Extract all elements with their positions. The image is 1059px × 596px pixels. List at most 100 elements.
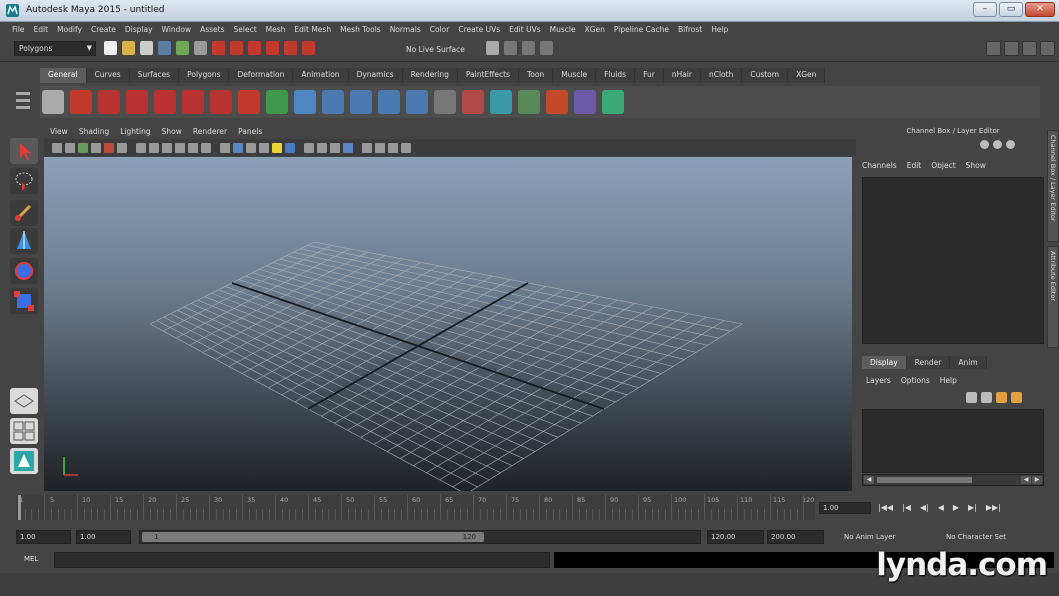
menu-set-dropdown[interactable]: Polygons ▼	[14, 41, 96, 56]
current-frame-field[interactable]: 1.00	[819, 502, 871, 514]
viewport-menu-panels[interactable]: Panels	[238, 127, 262, 138]
menu-create[interactable]: Create	[91, 25, 116, 34]
wireframe-icon[interactable]	[201, 142, 211, 153]
muscle-icon[interactable]	[574, 90, 596, 114]
shelf-tab-nhair[interactable]: nHair	[663, 68, 701, 83]
lasso-tool[interactable]	[10, 168, 38, 194]
snap-grid-icon[interactable]	[212, 41, 225, 55]
layer-tab-anim[interactable]: Anim	[950, 356, 987, 369]
scroll-right-icon[interactable]: ◀	[1021, 476, 1031, 484]
step-back-key-button[interactable]: |◀	[902, 503, 911, 512]
tool-settings-toggle-icon[interactable]	[1022, 41, 1037, 56]
xray-components-icon[interactable]	[343, 142, 353, 153]
save-scene-icon[interactable]	[140, 41, 153, 55]
menu-normals[interactable]: Normals	[390, 25, 421, 34]
gate-mask-icon[interactable]	[149, 142, 159, 153]
menu-help[interactable]: Help	[711, 25, 728, 34]
perspective-viewport[interactable]	[44, 157, 852, 491]
menu-assets[interactable]: Assets	[200, 25, 224, 34]
viewport-menu-shading[interactable]: Shading	[79, 127, 109, 138]
hair-icon[interactable]	[602, 90, 624, 114]
render-settings-icon[interactable]	[540, 41, 553, 55]
viewport-menu-lighting[interactable]: Lighting	[120, 127, 150, 138]
select-camera-icon[interactable]	[52, 142, 62, 153]
four-pane-layout[interactable]	[10, 418, 38, 444]
scroll-left-icon[interactable]: ◀	[864, 476, 874, 484]
curve-arc-icon[interactable]	[182, 90, 204, 114]
paint-brush-icon[interactable]	[546, 90, 568, 114]
curve-cv-icon[interactable]	[98, 90, 120, 114]
menu-muscle[interactable]: Muscle	[550, 25, 576, 34]
magnet-icon[interactable]	[302, 41, 315, 55]
exposure-icon[interactable]	[362, 142, 372, 153]
menu-pipeline-cache[interactable]: Pipeline Cache	[614, 25, 669, 34]
field-chart-icon[interactable]	[162, 142, 172, 153]
step-forward-frame-button[interactable]: ▶|	[968, 503, 977, 512]
xray-icon[interactable]	[317, 142, 327, 153]
select-tool[interactable]	[10, 138, 38, 164]
menu-color[interactable]: Color	[430, 25, 450, 34]
menu-bifrost[interactable]: Bifrost	[678, 25, 702, 34]
time-slider[interactable]: 1 5 10 15 20 25 30 35 40 45 50 55 60 65 …	[16, 495, 815, 520]
help-question-icon[interactable]	[70, 90, 92, 114]
maximize-button[interactable]: ▭	[999, 2, 1023, 17]
shelf-tab-animation[interactable]: Animation	[293, 68, 349, 83]
skin-bind-icon[interactable]	[378, 90, 400, 114]
menu-mesh[interactable]: Mesh	[266, 25, 286, 34]
play-forwards-button[interactable]: ▶	[953, 503, 959, 512]
curve-bezier-icon[interactable]	[210, 90, 232, 114]
share-icon[interactable]	[401, 142, 411, 153]
new-layer-selected-icon[interactable]	[1011, 392, 1022, 403]
layer-tab-display[interactable]: Display	[862, 356, 907, 369]
shelf-tab-surfaces[interactable]: Surfaces	[129, 68, 180, 83]
shelf-tab-muscle[interactable]: Muscle	[553, 68, 597, 83]
smooth-shade-icon[interactable]	[220, 142, 230, 153]
particles-icon[interactable]	[490, 90, 512, 114]
layer-menu-options[interactable]: Options	[901, 376, 930, 385]
camera-attributes-icon[interactable]	[65, 142, 75, 153]
menu-mesh-tools[interactable]: Mesh Tools	[340, 25, 381, 34]
gamma-icon[interactable]	[375, 142, 385, 153]
menu-edit-uvs[interactable]: Edit UVs	[509, 25, 540, 34]
modeling-toolkit-icon[interactable]	[986, 41, 1001, 56]
animation-end-field[interactable]: 200.00	[767, 530, 824, 544]
antialias-icon[interactable]	[285, 142, 295, 153]
viewport-menu-view[interactable]: View	[50, 127, 68, 138]
curve-ep-icon[interactable]	[126, 90, 148, 114]
scrollbar-thumb[interactable]	[877, 477, 972, 483]
layer-tab-render[interactable]: Render	[906, 356, 951, 369]
live-surface-label[interactable]: No Live Surface	[406, 45, 465, 54]
shelf-tab-polygons[interactable]: Polygons	[179, 68, 230, 83]
shelf-tab-dynamics[interactable]: Dynamics	[348, 68, 403, 83]
shelf-tab-custom[interactable]: Custom	[742, 68, 789, 83]
new-scene-icon[interactable]	[104, 41, 117, 55]
channel-box-menu-channels[interactable]: Channels	[862, 161, 897, 170]
menu-edit-mesh[interactable]: Edit Mesh	[294, 25, 331, 34]
playback-start-field[interactable]: 1.00	[76, 530, 131, 544]
viewport-menu-show[interactable]: Show	[162, 127, 182, 138]
range-slider-thumb[interactable]: 1 120	[142, 532, 484, 542]
persp-graph-layout[interactable]	[10, 448, 38, 474]
step-forward-key-button[interactable]: ▶▶|	[986, 503, 1001, 512]
film-gate-icon[interactable]	[117, 142, 127, 153]
snap-view-plane-icon[interactable]	[266, 41, 279, 55]
shelf-tab-rendering[interactable]: Rendering	[402, 68, 458, 83]
channel-box-pin-icon[interactable]	[1006, 140, 1015, 149]
new-empty-layer-icon[interactable]	[996, 392, 1007, 403]
ik-handle-icon[interactable]	[350, 90, 372, 114]
open-scene-icon[interactable]	[122, 41, 135, 55]
select-hierarchy-icon[interactable]	[158, 41, 171, 55]
menu-select[interactable]: Select	[234, 25, 257, 34]
xray-joints-icon[interactable]	[330, 142, 340, 153]
attribute-editor-toggle-icon[interactable]	[1004, 41, 1019, 56]
current-time-marker[interactable]	[18, 495, 21, 520]
channel-box-menu-show[interactable]: Show	[966, 161, 986, 170]
curve-pencil-icon[interactable]	[154, 90, 176, 114]
layer-menu-help[interactable]: Help	[940, 376, 957, 385]
shelf-tab-xgen[interactable]: XGen	[788, 68, 826, 83]
menu-edit[interactable]: Edit	[34, 25, 49, 34]
color-management-icon[interactable]	[388, 142, 398, 153]
channel-box-side-tab[interactable]: Channel Box / Layer Editor	[1047, 130, 1059, 242]
paint-weights-icon[interactable]	[406, 90, 428, 114]
menu-window[interactable]: Window	[162, 25, 192, 34]
